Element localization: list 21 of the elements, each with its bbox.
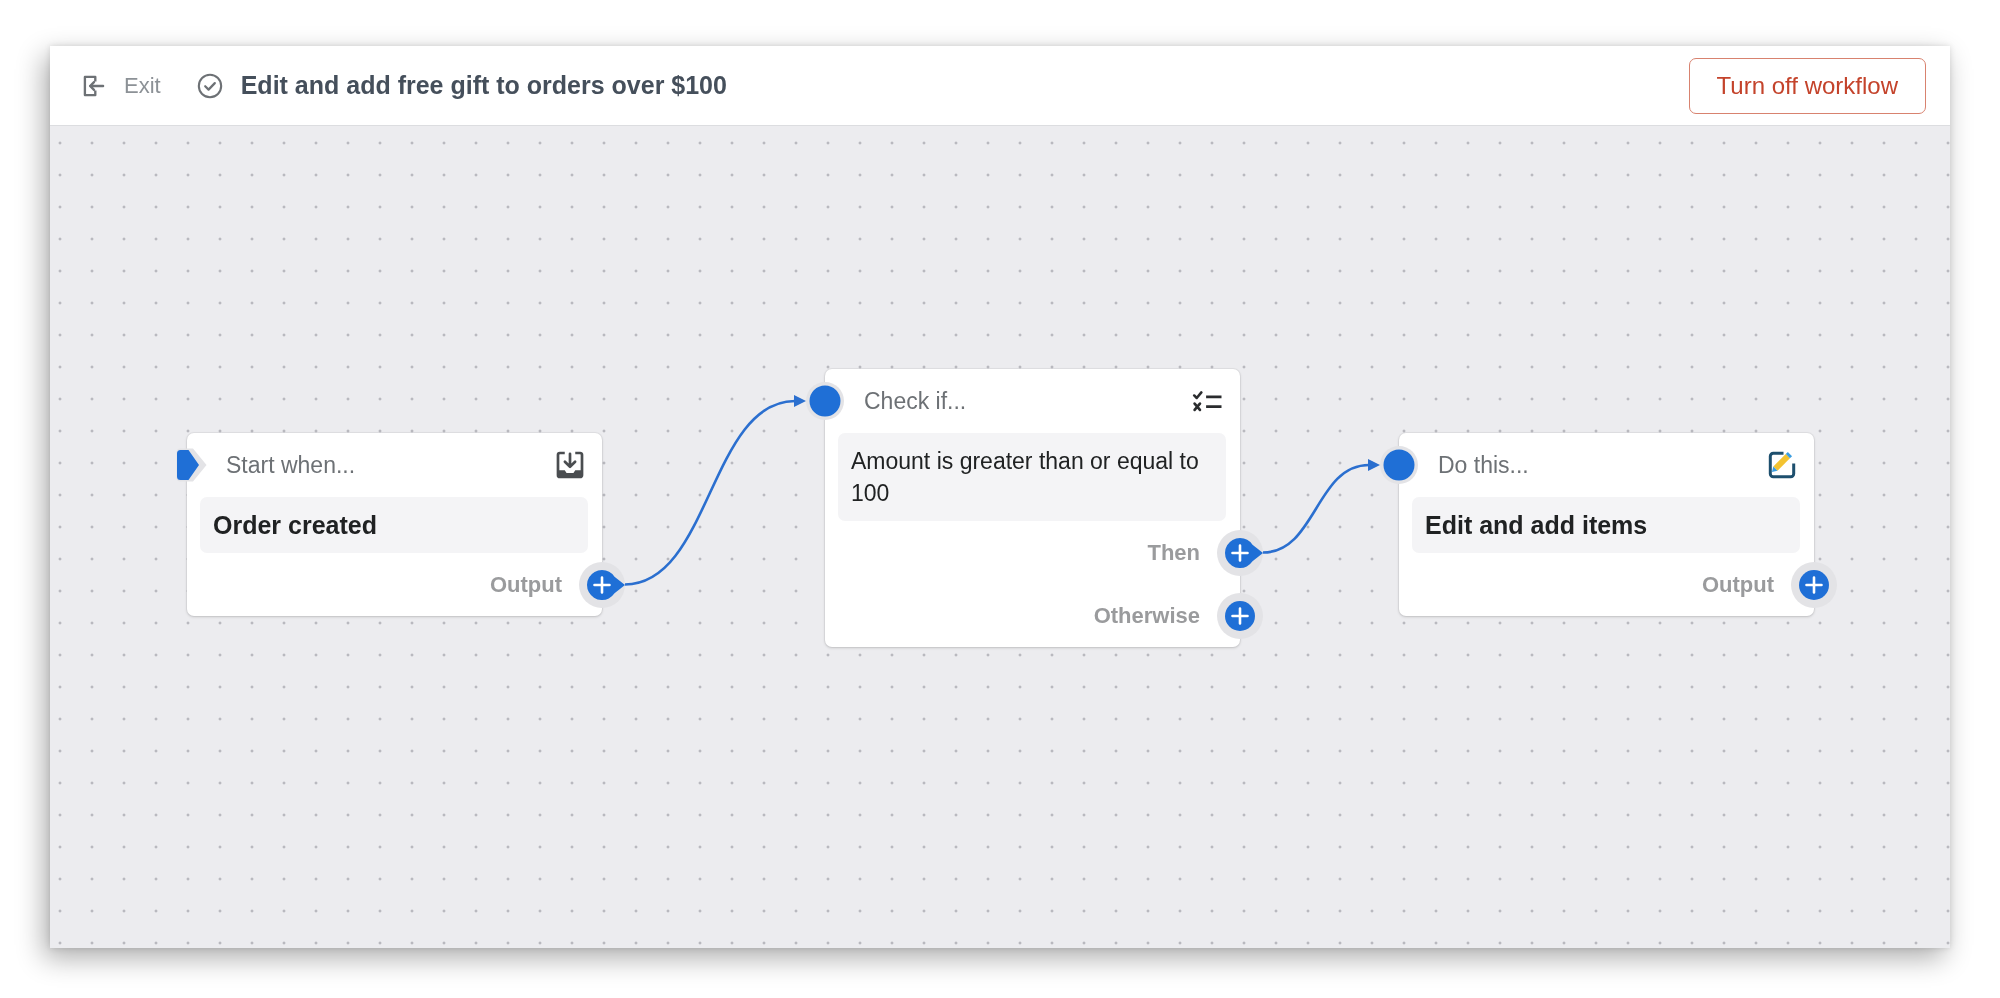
step-summary: Order created [200,497,588,553]
step-summary: Amount is greater than or equal to 100 [838,433,1226,521]
port-label: Otherwise [1093,602,1200,629]
turn-off-workflow-button[interactable]: Turn off workflow [1688,57,1926,114]
step-heading: Do this... [1438,451,1529,479]
port-label: Output [1701,571,1774,598]
input-dot-icon[interactable] [1380,446,1418,484]
step-card[interactable]: Start when... Order created Output [187,433,602,616]
step-heading: Check if... [864,387,967,415]
workflow-title: Edit and add free gift to orders over $100 [240,71,727,100]
step-card[interactable]: Check if... Amount is greater than or equal to 100 Then Otherwise [825,369,1240,647]
step-summary: Edit and add items [1412,497,1800,553]
input-dot-icon[interactable] [806,382,844,420]
tray-download-icon [555,450,585,480]
start-marker-icon [176,448,207,482]
port-label: Output [489,571,562,598]
checklist-icon [1192,390,1223,412]
port-label: Then [1147,539,1200,566]
check-circle-icon [196,72,223,99]
step-card[interactable]: Do this... Edit and add items Output [1399,433,1814,616]
step-heading: Start when... [226,451,356,479]
